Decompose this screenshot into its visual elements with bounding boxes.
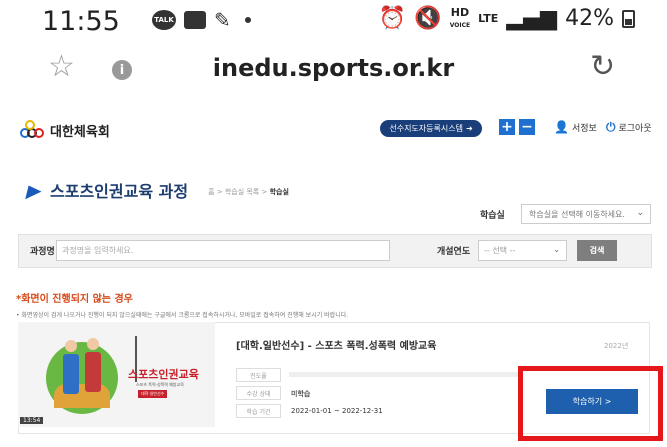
athlete-figure <box>84 338 102 400</box>
breadcrumb: 홈 > 학습실 목록 > 학습실 <box>208 183 289 197</box>
search-button[interactable]: 검색 <box>577 240 617 261</box>
battery-percent: 42% <box>565 6 614 31</box>
battery-icon <box>622 9 635 28</box>
thumb-tag: 대학·일반선수 <box>138 390 168 398</box>
talk-icon: TALK <box>152 10 176 30</box>
year-placeholder: -- 선택 -- <box>484 246 516 255</box>
hd-voice-icon: HD VOICE <box>449 5 471 29</box>
breadcrumb-path: 홈 > 학습실 목록 > <box>208 188 270 196</box>
classroom-placeholder: 학습실을 선택해 이동하세요. <box>529 209 625 219</box>
user-name: 서정보 <box>571 123 597 134</box>
logo-text: 대한체육회 <box>50 124 110 140</box>
signal-icon: ▂▄▆ <box>506 6 558 31</box>
athlete-figure <box>62 340 80 400</box>
olympic-rings-icon <box>20 120 44 140</box>
pen-icon <box>22 183 40 197</box>
course-name-input[interactable]: 과정명을 입력하세요. <box>56 240 390 261</box>
person-icon: ✎ <box>214 8 231 32</box>
video-duration: 13:54 <box>20 417 44 424</box>
chevron-down-icon: ⌄ <box>553 245 560 254</box>
dot-icon <box>244 17 251 23</box>
system-link-button[interactable]: 선수지도자등록시스템 ➜ <box>380 120 482 137</box>
status-time: 11:55 <box>42 6 120 37</box>
status-left-icons: TALK ✎ <box>152 10 251 30</box>
thumb-subtitle: 스포츠 폭력·성폭력 예방교육 <box>136 382 184 387</box>
status-value: 미학습 <box>291 390 311 398</box>
lte-icon: LTE <box>478 12 499 25</box>
course-title[interactable]: [대학.일반선수] - 스포츠 폭력.성폭력 예방교육 <box>236 337 436 352</box>
study-button[interactable]: 학습하기 > <box>546 389 638 414</box>
power-icon: ⏻ <box>606 120 616 134</box>
url-bar[interactable]: inedu.sports.or.kr <box>0 54 667 82</box>
zoom-in-button[interactable]: + <box>499 119 515 135</box>
progress-label: 진도율 <box>236 368 281 382</box>
mute-icon: 🔇 <box>414 6 442 31</box>
course-year: 2022년 <box>604 342 629 350</box>
notice-title: *화면이 진행되지 않는 경우 <box>16 294 133 305</box>
chevron-down-icon: ⌄ <box>636 208 644 218</box>
classroom-label: 학습실 <box>480 211 505 221</box>
user-link[interactable]: 👤 서정보 <box>554 120 597 134</box>
course-name-label: 과정명 <box>30 247 55 257</box>
logout-label: 로그아웃 <box>618 124 652 134</box>
reload-icon[interactable]: ↻ <box>590 52 615 82</box>
site-logo[interactable]: 대한체육회 <box>20 120 110 140</box>
year-select[interactable]: -- 선택 -- ⌄ <box>478 240 567 261</box>
course-thumbnail[interactable]: 스포츠인권교육 스포츠 폭력·성폭력 예방교육 대학·일반선수 13:54 <box>18 322 215 427</box>
message-icon <box>184 11 206 29</box>
period-value: 2022-01-01 ~ 2022-12-31 <box>291 407 383 415</box>
system-link-label: 선수지도자등록시스템 <box>389 124 463 133</box>
logout-link[interactable]: ⏻ 로그아웃 <box>606 120 652 135</box>
arrow-circle-icon: ➜ <box>465 124 473 133</box>
zoom-out-button[interactable]: − <box>519 119 535 135</box>
alarm-icon: ⏰ <box>378 6 407 31</box>
progress-bar <box>289 372 521 377</box>
thumb-title: 스포츠인권교육 <box>128 368 199 381</box>
year-label: 개설연도 <box>437 247 471 257</box>
breadcrumb-current: 학습실 <box>269 188 289 196</box>
classroom-select[interactable]: 학습실을 선택해 이동하세요. ⌄ <box>521 204 651 224</box>
page-title-row: 스포츠인권교육 과정 홈 > 학습실 목록 > 학습실 <box>22 178 289 202</box>
status-right-icons: ⏰ 🔇 HD VOICE LTE ▂▄▆ 42% <box>379 6 635 31</box>
notice-text: • 화면영상이 검게 나오거나 진행이 되지 않으실때에는 구글에서 크롬으로 … <box>16 312 349 319</box>
status-label: 수강 상태 <box>236 386 281 400</box>
user-icon: 👤 <box>554 120 569 134</box>
page-title: 스포츠인권교육 과정 <box>50 182 189 201</box>
period-label: 학습 기간 <box>236 404 281 418</box>
